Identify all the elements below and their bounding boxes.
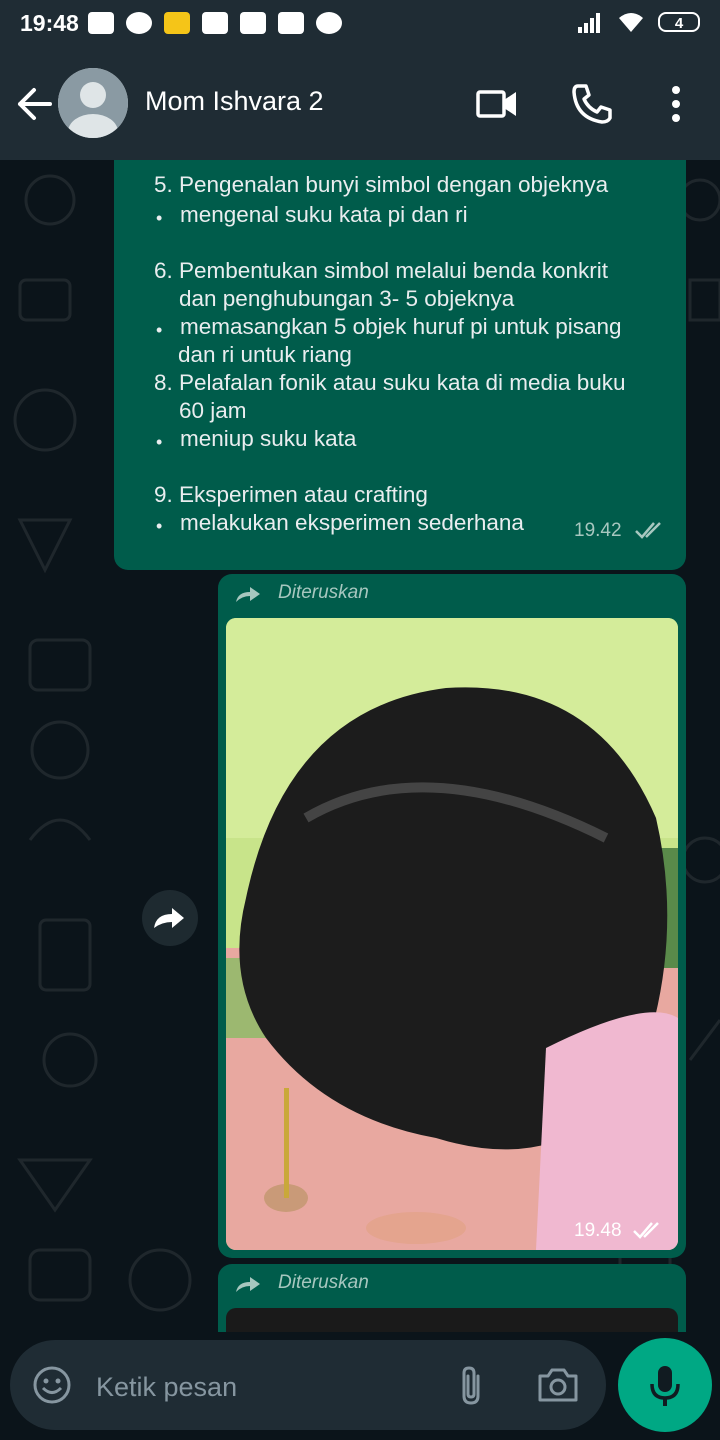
- message-line: 5. Pengenalan bunyi simbol dengan objekn…: [154, 172, 609, 197]
- photo[interactable]: [226, 618, 678, 1250]
- message-time: 19.42: [574, 520, 622, 541]
- message-time: 19.48: [574, 1220, 622, 1241]
- message-line: dan penghubungan 3- 5 objeknya: [179, 286, 515, 311]
- system-icons: 4: [576, 10, 700, 34]
- forwarded-icon: [236, 1277, 260, 1292]
- bullet: •: [156, 516, 163, 536]
- video-call-icon[interactable]: [472, 80, 520, 128]
- double-check-icon: [633, 1222, 659, 1239]
- forward-icon: [154, 908, 184, 928]
- download-icon: [278, 12, 304, 34]
- message-line: meniup suku kata: [180, 426, 357, 451]
- camera-icon[interactable]: [536, 1366, 580, 1404]
- message-line: 8. Pelafalan fonik atau suku kata di med…: [154, 370, 626, 395]
- forwarded-label: Diteruskan: [278, 582, 369, 603]
- more-options-icon[interactable]: [652, 80, 700, 128]
- message-icon: [88, 12, 114, 34]
- emoji-icon[interactable]: [32, 1365, 72, 1405]
- message-line: 6. Pembentukan simbol melalui benda konk…: [154, 258, 608, 283]
- battery-saver-icon: [164, 12, 190, 34]
- message-bubble-text[interactable]: 5. Pengenalan bunyi simbol dengan objekn…: [114, 160, 686, 570]
- chat-area[interactable]: 5. Pengenalan bunyi simbol dengan objekn…: [0, 160, 720, 1332]
- message-line: dan ri untuk riang: [178, 342, 352, 367]
- double-check-icon: [635, 522, 661, 539]
- battery-icon: 4: [658, 12, 700, 32]
- whatsapp-icon: [316, 12, 342, 34]
- status-time: 19:48: [20, 10, 79, 36]
- message-line: memasangkan 5 objek huruf pi untuk pisan…: [180, 314, 622, 339]
- message-line: 9. Eksperimen atau crafting: [154, 482, 428, 507]
- input-placeholder: Ketik pesan: [96, 1372, 238, 1402]
- mic-button[interactable]: [618, 1338, 712, 1432]
- bullet: •: [156, 320, 163, 340]
- message-line: mengenal suku kata pi dan ri: [180, 202, 468, 227]
- youtube-icon: [240, 12, 266, 34]
- notification-icon: [126, 12, 152, 34]
- chat-header: Mom Ishvara 2: [0, 48, 720, 160]
- voice-call-icon[interactable]: [568, 80, 616, 128]
- forwarded-icon: [236, 587, 260, 602]
- child-photo: [226, 618, 678, 1250]
- notification-icons: [88, 12, 342, 34]
- microphone-icon: [650, 1366, 680, 1406]
- wifi-icon: [619, 13, 643, 32]
- back-arrow-icon[interactable]: [14, 86, 54, 122]
- message-bubble-media[interactable]: Diteruskan: [218, 1264, 686, 1332]
- attachment-icon[interactable]: [456, 1364, 486, 1406]
- avatar[interactable]: [58, 68, 128, 138]
- composer: Ketik pesan: [0, 1332, 720, 1440]
- bullet: •: [156, 208, 163, 228]
- message-input[interactable]: Ketik pesan: [10, 1340, 606, 1430]
- forward-button[interactable]: [142, 890, 198, 946]
- bullet: •: [156, 432, 163, 452]
- message-bubble-media[interactable]: Diteruskan 19.48: [218, 574, 686, 1258]
- status-bar: 19:48 4: [0, 0, 720, 48]
- default-avatar-icon: [58, 68, 128, 138]
- youtube-icon: [202, 12, 228, 34]
- contact-name[interactable]: Mom Ishvara 2: [145, 86, 324, 117]
- message-line: 60 jam: [179, 398, 247, 423]
- message-line: melakukan eksperimen sederhana: [180, 510, 524, 535]
- forwarded-label: Diteruskan: [278, 1272, 369, 1293]
- signal-icon: [578, 13, 600, 33]
- photo[interactable]: [226, 1308, 678, 1332]
